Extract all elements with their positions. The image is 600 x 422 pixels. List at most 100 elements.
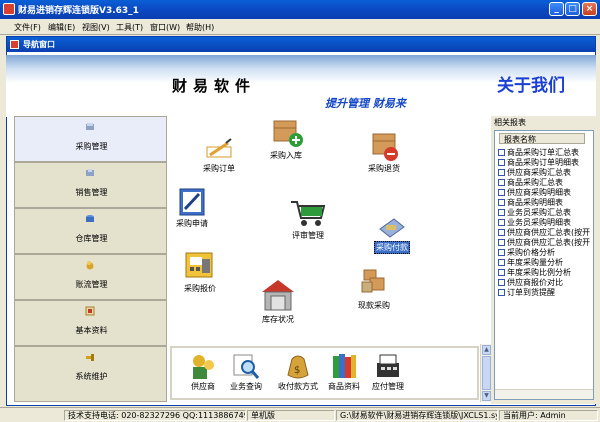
purchase-quote-button[interactable]: 采购报价: [182, 249, 218, 294]
report-item[interactable]: 商品采购订单汇总表: [498, 147, 596, 157]
report-item-label: 业务员采购明细表: [507, 218, 571, 227]
report-item[interactable]: 供应商供应汇总表(按开: [498, 237, 596, 247]
navigation-window-titlebar: 导航窗口: [7, 37, 595, 52]
stock-in-box-icon: [273, 120, 303, 147]
quick-payable-button[interactable]: 应付管理: [372, 351, 404, 392]
menu-view[interactable]: 视图(V): [82, 22, 110, 33]
money-bag-icon: $: [287, 355, 309, 379]
minimize-button[interactable]: _: [549, 2, 564, 16]
menu-edit[interactable]: 编辑(E): [48, 22, 75, 33]
app-icon[interactable]: [3, 3, 15, 15]
report-item[interactable]: 供应商供应汇总表(按开: [498, 227, 596, 237]
nav-item-label: 账流管理: [75, 280, 108, 289]
quick-query-label: 业务查询: [230, 382, 262, 391]
nav-item-purchase[interactable]: 采购管理: [14, 116, 167, 162]
quick-toolbar: 供应商 业务查询 $ 收付款方式 商品资料 应付管理 ▲ ▼: [168, 344, 491, 402]
about-us-link[interactable]: 关于我们: [497, 71, 565, 96]
menu-file[interactable]: 文件(F): [14, 22, 41, 33]
report-item-label: 商品采购明细表: [507, 198, 563, 207]
nav-item-finance[interactable]: 账流管理: [14, 254, 167, 300]
nav-item-warehouse[interactable]: 仓库管理: [14, 208, 167, 254]
books-icon: [333, 354, 356, 378]
menu-bar: 文件(F) 编辑(E) 视图(V) 工具(T) 窗口(W) 帮助(H): [0, 19, 600, 35]
report-item[interactable]: 业务员采购明细表: [498, 217, 596, 227]
nav-item-label: 销售管理: [75, 188, 108, 197]
title-bar: 财易进销存辉连锁版V3.63_1 _ □ ×: [0, 0, 600, 19]
report-item-label: 业务员采购汇总表: [507, 208, 571, 217]
cash-purchase-button[interactable]: 现款采购: [356, 266, 392, 311]
quick-supplier-button[interactable]: 供应商: [187, 351, 219, 392]
function-area: 采购订单 采购入库 采购退货 采购申请 评审管理 采购付款 采购报价 库存状况 …: [168, 116, 491, 344]
purchase-apply-button[interactable]: 采购申请: [174, 186, 210, 229]
edition-mode: 单机版: [247, 410, 335, 421]
report-item[interactable]: 年度采购比例分析: [498, 267, 596, 277]
menu-tools[interactable]: 工具(T): [116, 22, 143, 33]
report-item-label: 订单到货提醒: [507, 288, 555, 297]
quick-product-button[interactable]: 商品资料: [328, 351, 360, 392]
report-item[interactable]: 供应商报价对比: [498, 277, 596, 287]
quick-payment-method-button[interactable]: $ 收付款方式: [278, 351, 318, 392]
report-item[interactable]: 商品采购订单明细表: [498, 157, 596, 167]
warehouse-icon: [86, 215, 94, 222]
supplier-icon: [193, 355, 214, 379]
scroll-thumb[interactable]: [482, 356, 491, 390]
report-icon: [498, 279, 505, 286]
cash-register-icon: [377, 354, 399, 377]
quick-query-button[interactable]: 业务查询: [230, 351, 262, 392]
report-icon: [498, 269, 505, 276]
menu-window[interactable]: 窗口(W): [150, 22, 180, 33]
report-name-column-header[interactable]: 报表名称: [499, 133, 585, 144]
report-item[interactable]: 采购价格分析: [498, 247, 596, 257]
quick-toolbar-scrollbar[interactable]: ▲ ▼: [480, 344, 491, 402]
nav-item-maintenance[interactable]: 系统维护: [14, 346, 167, 402]
report-item[interactable]: 商品采购明细表: [498, 197, 596, 207]
report-icon: [498, 189, 505, 196]
nav-item-sales[interactable]: 销售管理: [14, 162, 167, 208]
report-icon: [498, 219, 505, 226]
stock-status-button[interactable]: 库存状况: [258, 276, 298, 325]
module-nav: 采购管理 销售管理 仓库管理 账流管理 基本资料 系统维护: [14, 116, 167, 402]
svg-text:$: $: [294, 365, 300, 376]
cash-boxes-icon: [361, 269, 385, 293]
scroll-down-arrow-icon[interactable]: ▼: [482, 391, 491, 401]
scroll-up-arrow-icon[interactable]: ▲: [482, 345, 491, 355]
related-reports-panel: 相关报表 报表名称 商品采购订单汇总表 商品采购订单明细表 供应商采购汇总表 商…: [491, 116, 596, 404]
quick-payment-method-label: 收付款方式: [278, 382, 318, 391]
nav-item-basic-data[interactable]: 基本资料: [14, 300, 167, 346]
purchase-order-button[interactable]: 采购订单: [202, 133, 236, 174]
close-button[interactable]: ×: [582, 2, 597, 16]
report-item[interactable]: 业务员采购汇总表: [498, 207, 596, 217]
apply-pencil-icon: [179, 188, 205, 216]
report-icon: [498, 249, 505, 256]
purchase-icon: [86, 123, 94, 130]
report-item[interactable]: 供应商采购汇总表: [498, 167, 596, 177]
purchase-return-button[interactable]: 采购退货: [366, 131, 402, 174]
current-user: 当前用户: Admin: [499, 410, 598, 421]
report-item-label: 采购价格分析: [507, 248, 555, 257]
purchase-in-button[interactable]: 采购入库: [268, 118, 304, 161]
child-window-icon: [10, 40, 19, 49]
nav-item-label: 仓库管理: [75, 234, 108, 243]
report-item-label: 供应商采购明细表: [507, 188, 571, 197]
report-item-label: 年度采购量分析: [507, 258, 563, 267]
report-item[interactable]: 供应商采购明细表: [498, 187, 596, 197]
review-button[interactable]: 评审管理: [288, 196, 328, 241]
report-item[interactable]: 年度采购量分析: [498, 257, 596, 267]
menu-help[interactable]: 帮助(H): [186, 22, 214, 33]
report-item[interactable]: 商品采购汇总表: [498, 177, 596, 187]
report-item[interactable]: 订单到货提醒: [498, 287, 596, 297]
report-icon: [498, 259, 505, 266]
report-item-label: 商品采购订单汇总表: [507, 148, 579, 157]
nav-item-label: 采购管理: [75, 142, 108, 151]
purchase-payment-button[interactable]: 采购付款: [374, 211, 410, 254]
purchase-quote-label: 采购报价: [184, 284, 216, 293]
report-list-hscrollbar[interactable]: [495, 389, 593, 399]
report-item-label: 供应商报价对比: [507, 278, 563, 287]
report-icon: [498, 179, 505, 186]
maximize-button[interactable]: □: [565, 2, 580, 16]
quote-calculator-icon: [185, 252, 213, 278]
nav-item-label: 基本资料: [75, 326, 108, 335]
report-item-label: 商品采购订单明细表: [507, 158, 579, 167]
purchase-payment-label: 采购付款: [374, 241, 410, 254]
quick-toolbar-frame: 供应商 业务查询 $ 收付款方式 商品资料 应付管理: [170, 346, 479, 400]
